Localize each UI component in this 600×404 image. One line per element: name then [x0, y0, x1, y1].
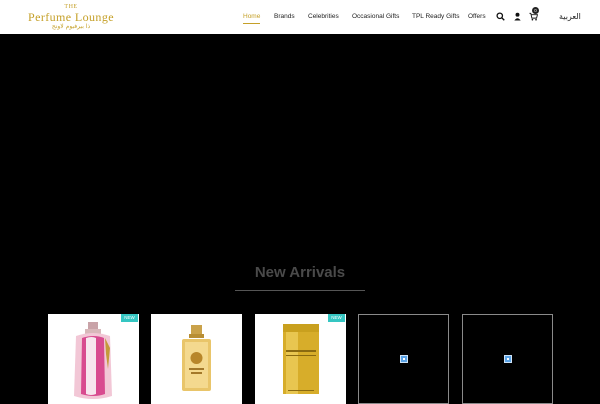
pink-perfume-bottle [74, 322, 112, 399]
nav-brands[interactable]: Brands [274, 13, 295, 20]
broken-image-icon [504, 355, 512, 363]
new-badge: NEW [121, 314, 138, 322]
product-card[interactable]: NEW [48, 314, 139, 404]
nav-tpl-ready-gifts[interactable]: TPL Ready Gifts [412, 13, 459, 20]
logo-script-line: ذا بيرفيوم لاونج [51, 23, 91, 30]
nav-home[interactable]: Home [243, 13, 261, 24]
section-title: New Arrivals [254, 264, 346, 281]
nav-offers[interactable]: Offers [468, 13, 486, 20]
cart-count-badge: 0 [532, 7, 539, 14]
user-icon[interactable] [513, 12, 522, 21]
new-badge: NEW [328, 314, 345, 322]
product-card[interactable] [151, 314, 242, 404]
site-header: THE Perfume Lounge ذا بيرفيوم لاونج Home… [0, 0, 600, 34]
broken-image-icon [400, 355, 408, 363]
gold-box-bottle [283, 324, 319, 394]
product-card[interactable] [462, 314, 553, 404]
site-logo[interactable]: THE Perfume Lounge ذا بيرفيوم لاونج [12, 4, 130, 30]
nav-occasional-gifts[interactable]: Occasional Gifts [352, 13, 399, 20]
product-card[interactable]: NEW [255, 314, 346, 404]
nav-celebrities[interactable]: Celebrities [308, 13, 339, 20]
product-card[interactable] [358, 314, 449, 404]
title-divider [235, 290, 365, 291]
language-switch[interactable]: العربية [559, 12, 581, 21]
search-icon[interactable] [496, 12, 505, 21]
gold-perfume-bottle [182, 325, 211, 391]
